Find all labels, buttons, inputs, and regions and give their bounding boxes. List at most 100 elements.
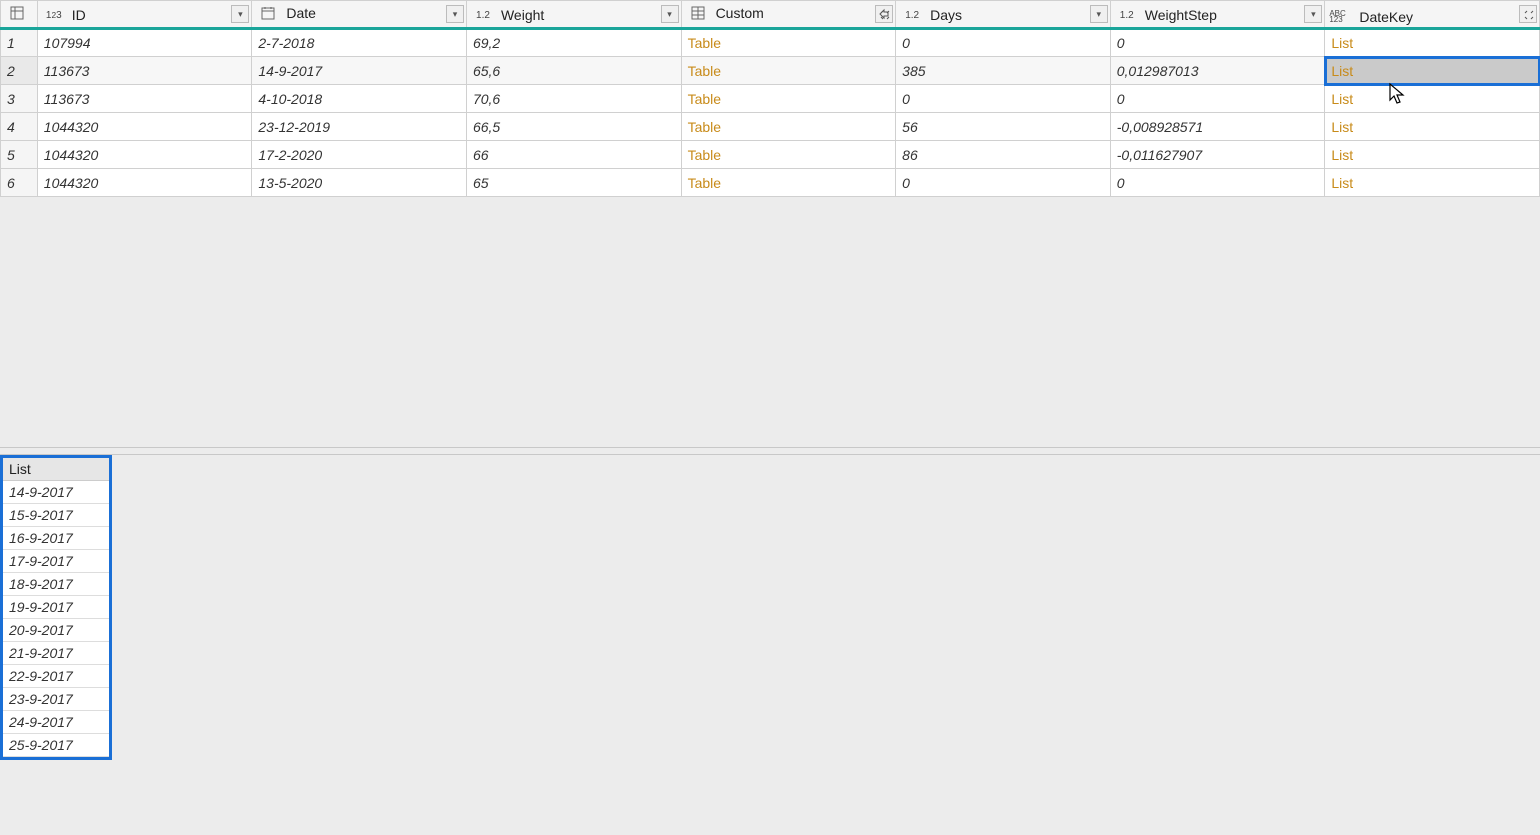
preview-items: 14-9-201715-9-201716-9-201717-9-201718-9… <box>3 481 109 757</box>
list-item[interactable]: 22-9-2017 <box>3 665 109 688</box>
column-header-datekey[interactable]: ABC123 DateKey <box>1325 1 1540 29</box>
column-header-date[interactable]: Date ▾ <box>252 1 467 29</box>
cell-weight[interactable]: 70,6 <box>466 85 681 113</box>
cell-weightstep[interactable]: 0 <box>1110 29 1325 57</box>
table-row[interactable]: 211367314-9-201765,6Table3850,012987013L… <box>1 57 1540 85</box>
list-item[interactable]: 21-9-2017 <box>3 642 109 665</box>
list-item[interactable]: 19-9-2017 <box>3 596 109 619</box>
column-header-weight[interactable]: 1.2 Weight ▾ <box>466 1 681 29</box>
cell-custom[interactable]: Table <box>681 141 896 169</box>
list-item[interactable]: 24-9-2017 <box>3 711 109 734</box>
cell-days[interactable]: 0 <box>896 85 1111 113</box>
column-label: WeightStep <box>1145 7 1217 23</box>
row-index-header[interactable] <box>1 1 38 29</box>
cell-weightstep[interactable]: 0 <box>1110 169 1325 197</box>
cell-id[interactable]: 107994 <box>37 29 252 57</box>
table-icon <box>5 6 29 20</box>
row-number[interactable]: 2 <box>1 57 38 85</box>
cell-weight[interactable]: 66,5 <box>466 113 681 141</box>
table-row[interactable]: 11079942-7-201869,2Table00List <box>1 29 1540 57</box>
list-item[interactable]: 15-9-2017 <box>3 504 109 527</box>
cell-datekey[interactable]: List <box>1325 85 1540 113</box>
cell-weightstep[interactable]: 0 <box>1110 85 1325 113</box>
cell-days[interactable]: 56 <box>896 113 1111 141</box>
cell-weightstep[interactable]: -0,008928571 <box>1110 113 1325 141</box>
cell-id[interactable]: 1044320 <box>37 169 252 197</box>
decimal-type-icon: 1.2 <box>900 10 924 21</box>
list-item[interactable]: 14-9-2017 <box>3 481 109 504</box>
cell-weight[interactable]: 69,2 <box>466 29 681 57</box>
cell-weight[interactable]: 65,6 <box>466 57 681 85</box>
column-label: DateKey <box>1359 9 1413 25</box>
cell-weight[interactable]: 66 <box>466 141 681 169</box>
cell-weightstep[interactable]: -0,011627907 <box>1110 141 1325 169</box>
date-type-icon <box>256 6 280 20</box>
list-item[interactable]: 16-9-2017 <box>3 527 109 550</box>
cell-custom[interactable]: Table <box>681 57 896 85</box>
list-item[interactable]: 20-9-2017 <box>3 619 109 642</box>
table-row[interactable]: 31136734-10-201870,6Table00List <box>1 85 1540 113</box>
table-body: 11079942-7-201869,2Table00List211367314-… <box>1 29 1540 197</box>
cell-date[interactable]: 23-12-2019 <box>252 113 467 141</box>
int-type-icon: 123 <box>42 10 66 21</box>
cell-weight[interactable]: 65 <box>466 169 681 197</box>
cell-days[interactable]: 0 <box>896 169 1111 197</box>
cell-weightstep[interactable]: 0,012987013 <box>1110 57 1325 85</box>
cell-id[interactable]: 1044320 <box>37 113 252 141</box>
preview-list[interactable]: List 14-9-201715-9-201716-9-201717-9-201… <box>0 455 112 760</box>
preview-header: List <box>3 458 109 481</box>
cell-days[interactable]: 86 <box>896 141 1111 169</box>
expand-button[interactable] <box>1519 5 1537 23</box>
column-header-custom[interactable]: Custom <box>681 1 896 29</box>
cell-custom[interactable]: Table <box>681 29 896 57</box>
list-item[interactable]: 25-9-2017 <box>3 734 109 757</box>
row-number[interactable]: 5 <box>1 141 38 169</box>
cell-datekey[interactable]: List <box>1325 113 1540 141</box>
expand-button[interactable] <box>875 5 893 23</box>
cell-custom[interactable]: Table <box>681 169 896 197</box>
empty-area <box>0 197 1540 447</box>
filter-button[interactable]: ▾ <box>1304 5 1322 23</box>
cell-id[interactable]: 1044320 <box>37 141 252 169</box>
cell-date[interactable]: 2-7-2018 <box>252 29 467 57</box>
cell-id[interactable]: 113673 <box>37 57 252 85</box>
table-row[interactable]: 4104432023-12-201966,5Table56-0,00892857… <box>1 113 1540 141</box>
cell-days[interactable]: 0 <box>896 29 1111 57</box>
row-number[interactable]: 1 <box>1 29 38 57</box>
column-header-weightstep[interactable]: 1.2 WeightStep ▾ <box>1110 1 1325 29</box>
filter-button[interactable]: ▾ <box>231 5 249 23</box>
cell-date[interactable]: 4-10-2018 <box>252 85 467 113</box>
table-row[interactable]: 6104432013-5-202065Table00List <box>1 169 1540 197</box>
preview-pane: List 14-9-201715-9-201716-9-201717-9-201… <box>0 455 1540 835</box>
column-label: Date <box>286 5 316 21</box>
table-row[interactable]: 5104432017-2-202066Table86-0,011627907Li… <box>1 141 1540 169</box>
row-number[interactable]: 6 <box>1 169 38 197</box>
decimal-type-icon: 1.2 <box>1115 10 1139 21</box>
column-header-days[interactable]: 1.2 Days ▾ <box>896 1 1111 29</box>
cell-custom[interactable]: Table <box>681 113 896 141</box>
cell-date[interactable]: 13-5-2020 <box>252 169 467 197</box>
cell-id[interactable]: 113673 <box>37 85 252 113</box>
cell-date[interactable]: 14-9-2017 <box>252 57 467 85</box>
data-table: 123 ID ▾ Date ▾ 1.2 Weight ▾ <box>0 0 1540 197</box>
cell-datekey[interactable]: List <box>1325 141 1540 169</box>
list-item[interactable]: 17-9-2017 <box>3 550 109 573</box>
row-number[interactable]: 3 <box>1 85 38 113</box>
list-item[interactable]: 18-9-2017 <box>3 573 109 596</box>
pane-divider[interactable] <box>0 447 1540 455</box>
cell-datekey[interactable]: List <box>1325 57 1540 85</box>
table-type-icon <box>686 6 710 20</box>
filter-button[interactable]: ▾ <box>661 5 679 23</box>
cell-datekey[interactable]: List <box>1325 29 1540 57</box>
column-header-id[interactable]: 123 ID ▾ <box>37 1 252 29</box>
list-item[interactable]: 23-9-2017 <box>3 688 109 711</box>
cell-days[interactable]: 385 <box>896 57 1111 85</box>
filter-button[interactable]: ▾ <box>1090 5 1108 23</box>
cell-date[interactable]: 17-2-2020 <box>252 141 467 169</box>
filter-button[interactable]: ▾ <box>446 5 464 23</box>
cell-datekey[interactable]: List <box>1325 169 1540 197</box>
column-label: ID <box>72 7 86 23</box>
cell-custom[interactable]: Table <box>681 85 896 113</box>
any-type-icon: ABC123 <box>1329 11 1353 24</box>
row-number[interactable]: 4 <box>1 113 38 141</box>
